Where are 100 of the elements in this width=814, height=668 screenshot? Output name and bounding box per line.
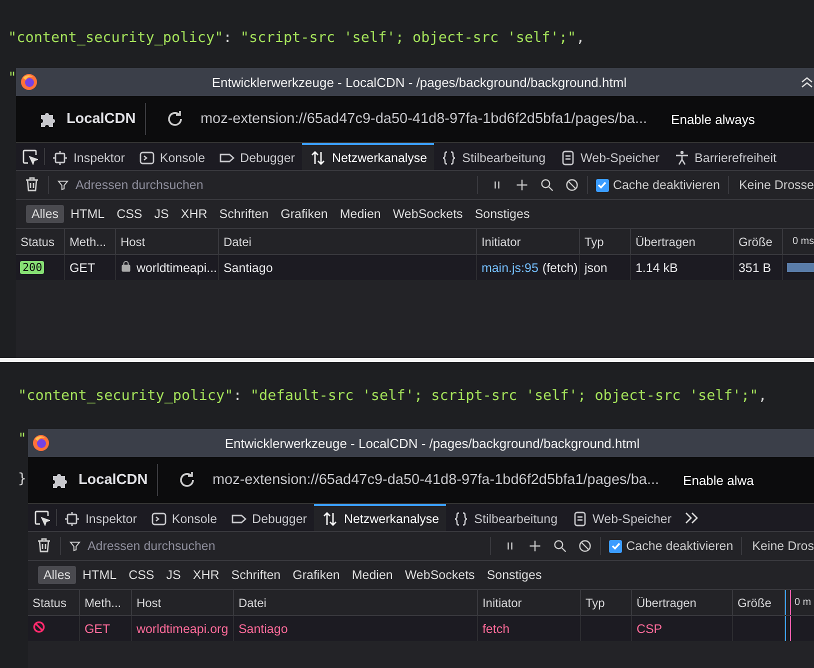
cache-checkbox[interactable]	[609, 540, 622, 552]
type-filter-button[interactable]: Alles	[26, 205, 64, 223]
column-header[interactable]: 0 m	[794, 597, 812, 608]
column-header[interactable]: Übertragen	[631, 229, 734, 254]
column-header[interactable]: Übertragen	[632, 590, 734, 615]
search-icon	[540, 178, 554, 192]
devtools-tab[interactable]: Stilbearbeitung	[434, 143, 553, 170]
code-fragment: "	[17, 431, 28, 449]
file-cell: Santiago	[234, 616, 478, 641]
type-filter-button[interactable]: Sonstiges	[470, 205, 535, 223]
devtools-tab[interactable]: Web-Speicher	[564, 504, 679, 531]
size-cell: 351 B	[734, 255, 784, 280]
transferred-cell: 1.14 kB	[631, 255, 734, 280]
collapse-icon[interactable]	[800, 75, 814, 89]
filter-icon	[57, 179, 70, 191]
devtools-tab[interactable]: Debugger	[212, 143, 302, 170]
throttle-dropdown[interactable]: Keine Drosse	[738, 178, 814, 192]
type-filter-button[interactable]: Medien	[334, 205, 386, 223]
type-filter-button[interactable]: Grafiken	[276, 205, 333, 223]
status-code-badge: 200	[20, 261, 44, 274]
type-filter-button[interactable]: HTML	[78, 566, 122, 584]
filter-field[interactable]: Adressen durchsuchen	[85, 538, 490, 554]
initiator-cell: (fetch)	[542, 260, 578, 274]
devtools-tab[interactable]: Barrierefreiheit	[666, 143, 784, 170]
column-header[interactable]: Host	[132, 590, 234, 615]
column-header[interactable]: Meth...	[65, 229, 116, 254]
throttle-dropdown[interactable]: Keine Dros	[752, 539, 814, 553]
type-filter-button[interactable]: Schriften	[214, 205, 274, 223]
double-chevron-icon	[682, 510, 699, 526]
code-fragment: }	[17, 471, 28, 489]
file-cell: Santiago	[219, 255, 478, 280]
type-filter-button[interactable]: JS	[149, 205, 174, 223]
initiator-link[interactable]: main.js:95	[481, 260, 538, 274]
request-row[interactable]: GET worldtimeapi.org Santiago fetch CSP	[28, 616, 814, 641]
type-filter-button[interactable]: Schriften	[226, 566, 286, 584]
fox-globe-logo-icon	[20, 73, 38, 91]
column-header[interactable]: Größe	[734, 229, 784, 254]
code-line: "content_security_policy": "script-src 'self'; object-src 'self';",	[7, 29, 586, 48]
search-icon	[553, 539, 568, 553]
column-header[interactable]: Datei	[219, 229, 478, 254]
enable-always-text: Enable alwa	[683, 472, 754, 488]
type-filter-button[interactable]: WebSockets	[388, 205, 468, 223]
column-header[interactable]: 0 ms	[792, 236, 814, 247]
filter-icon	[69, 540, 82, 552]
column-header[interactable]: Initiator	[478, 590, 582, 615]
person-icon	[674, 150, 690, 166]
column-header[interactable]: Datei	[234, 590, 478, 615]
host-cell: worldtimeapi...	[136, 260, 218, 274]
code-line: "content_security_policy": "default-src 'self'; script-src 'self'; object-src 'self';",	[17, 387, 768, 406]
storage-icon	[560, 150, 576, 166]
cache-label: Cache deaktivieren	[612, 178, 720, 192]
trash-icon	[36, 536, 52, 552]
host-cell: worldtimeapi.org	[136, 622, 228, 636]
column-header[interactable]: Initiator	[477, 229, 580, 254]
devtools-tab[interactable]: Netzwerkanalyse	[314, 504, 446, 531]
enable-always-text: Enable always	[671, 112, 755, 126]
type-filter-button[interactable]: CSS	[124, 566, 160, 584]
cache-checkbox[interactable]	[596, 178, 609, 192]
type-cell: json	[580, 255, 632, 280]
devtools-tab[interactable]: Web-Speicher	[552, 143, 667, 170]
curly-braces-icon	[441, 150, 458, 166]
console-icon	[138, 150, 155, 166]
devtools-tab[interactable]: Debugger	[224, 504, 314, 531]
column-header[interactable]: Status	[16, 229, 66, 254]
filter-field[interactable]: Adressen durchsuchen	[73, 177, 477, 193]
type-filter-button[interactable]: Grafiken	[288, 566, 345, 584]
devtools-tab[interactable]: Inspektor	[57, 504, 144, 531]
type-filter-button[interactable]: XHR	[176, 205, 212, 223]
method-cell: GET	[65, 255, 116, 280]
curly-braces-icon	[453, 510, 470, 526]
type-filter-button[interactable]: Sonstiges	[482, 566, 547, 584]
devtools-tab[interactable]: Netzwerkanalyse	[302, 143, 434, 170]
devtools-tab[interactable]: Konsole	[144, 504, 224, 531]
type-filter-button[interactable]: Alles	[38, 566, 76, 584]
devtools-tab[interactable]: Konsole	[132, 143, 212, 170]
column-header[interactable]: Meth...	[80, 590, 132, 615]
type-filter-button[interactable]: Medien	[346, 566, 398, 584]
trash-icon	[24, 176, 40, 192]
window-title: Entwicklerwerkzeuge - LocalCDN - /pages/background/background.html	[210, 74, 628, 90]
extension-url: moz-extension://65ad47c9-da50-41d8-97fa-1bd6f2d5bfa1/pages/ba...	[200, 111, 648, 127]
devtools-tab[interactable]: Inspektor	[45, 143, 132, 170]
element-picker-icon	[34, 510, 50, 526]
type-filter-button[interactable]: CSS	[112, 205, 148, 223]
type-filter-button[interactable]: XHR	[188, 566, 224, 584]
type-filter-button[interactable]: JS	[161, 566, 186, 584]
column-header[interactable]: Host	[116, 229, 220, 254]
fox-globe-logo-icon	[32, 434, 50, 452]
storage-icon	[572, 510, 588, 526]
column-header[interactable]: Status	[28, 590, 80, 615]
column-header[interactable]: Typ	[580, 229, 632, 254]
initiator-cell: fetch	[482, 622, 510, 636]
type-filter-button[interactable]: WebSockets	[400, 566, 480, 584]
blocked-icon	[578, 539, 592, 553]
code-fragment: "	[7, 70, 16, 88]
type-filter-button[interactable]: HTML	[66, 205, 110, 223]
devtools-tab[interactable]: Stilbearbeitung	[446, 504, 565, 531]
cache-label: Cache deaktivieren	[626, 539, 734, 553]
column-header[interactable]: Typ	[581, 590, 632, 615]
request-row[interactable]: 200 GET worldtimeapi... Santiago main.js:95 (fetch) json 1.14 kB 351 B	[16, 255, 814, 280]
extension-name: LocalCDN	[66, 111, 136, 127]
